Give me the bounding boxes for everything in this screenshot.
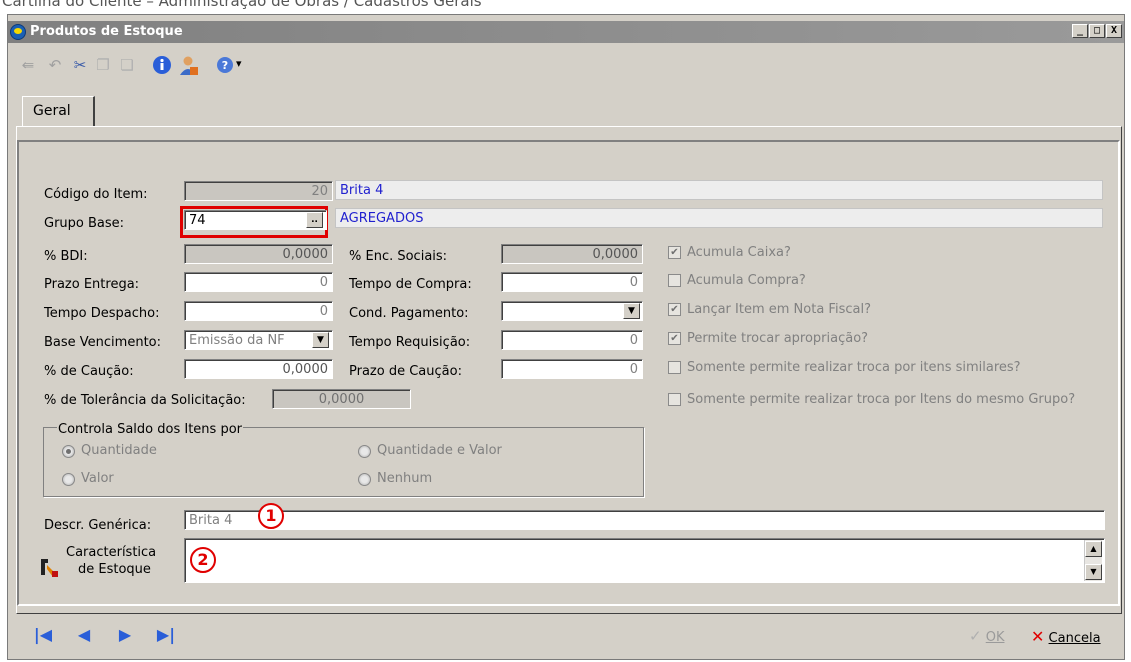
help-dropdown-icon[interactable]: ▾ — [236, 57, 242, 70]
controla-saldo-title: Controla Saldo dos Itens por — [57, 422, 243, 437]
nenhum-label: Nenhum — [377, 471, 433, 486]
app-icon — [10, 24, 26, 40]
tempo-despacho-label: Tempo Despacho: — [44, 306, 160, 321]
quantidade-valor-radio[interactable] — [358, 445, 371, 458]
prazo-caucao-label: Prazo de Caução: — [349, 364, 462, 379]
undo-icon[interactable]: ↶ — [45, 55, 65, 75]
quantidade-label: Quantidade — [81, 443, 157, 458]
prazo-caucao-field[interactable]: 0 — [501, 359, 643, 379]
cond-pagamento-select[interactable] — [501, 301, 643, 321]
tolerancia-label: % de Tolerância da Solicitação: — [44, 393, 246, 408]
tempo-compra-field[interactable]: 0 — [501, 272, 643, 292]
troca-mesmo-grupo-checkbox[interactable] — [668, 393, 681, 406]
base-vencimento-select[interactable]: Emissão da NF — [184, 330, 333, 350]
prazo-entrega-label: Prazo Entrega: — [44, 277, 140, 292]
paste-icon[interactable]: ❏ — [117, 55, 137, 75]
acumula-compra-label: Acumula Compra? — [687, 273, 806, 288]
enc-sociais-label: % Enc. Sociais: — [349, 249, 448, 264]
scroll-up-button[interactable]: ▲ — [1085, 541, 1102, 557]
grupo-description: AGREGADOS — [335, 208, 1103, 228]
chevron-down-icon[interactable]: ▼ — [623, 303, 640, 319]
document-header: Cartilha do Cliente – Administração de O… — [2, 0, 482, 10]
descr-generica-label: Descr. Genérica: — [44, 518, 152, 533]
previous-record-icon[interactable]: ◀ — [74, 625, 94, 645]
troca-similares-checkbox[interactable] — [668, 361, 681, 374]
caracteristica-textarea[interactable] — [184, 538, 1105, 583]
bdi-field[interactable]: 0,0000 — [184, 244, 333, 264]
codigo-description: Brita 4 — [335, 180, 1103, 200]
tempo-requisicao-field[interactable]: 0 — [501, 330, 643, 350]
caracteristica-label-line1: Característica — [66, 545, 157, 560]
nenhum-radio[interactable] — [358, 473, 371, 486]
tab-geral[interactable]: Geral — [22, 96, 95, 126]
prazo-entrega-field[interactable]: 0 — [184, 272, 333, 292]
maximize-button[interactable]: □ — [1089, 24, 1105, 38]
cond-pagamento-label: Cond. Pagamento: — [349, 306, 469, 321]
descr-generica-field[interactable]: Brita 4 — [184, 510, 1105, 530]
caucao-label: % de Caução: — [44, 364, 134, 379]
valor-radio[interactable] — [62, 473, 75, 486]
caracteristica-label-line2: de Estoque — [78, 562, 151, 577]
tempo-requisicao-label: Tempo Requisição: — [349, 335, 471, 350]
controla-saldo-groupbox — [43, 427, 644, 497]
close-button[interactable]: X — [1106, 24, 1122, 38]
codigo-label: Código do Item: — [44, 187, 148, 202]
help-icon[interactable]: ? — [215, 55, 235, 75]
lancar-nota-fiscal-checkbox[interactable]: ✔ — [668, 303, 681, 316]
valor-label: Valor — [81, 471, 114, 486]
base-vencimento-label: Base Vencimento: — [44, 335, 161, 350]
save-icon[interactable]: ⇚ — [18, 55, 38, 75]
last-record-icon[interactable]: ▶| — [156, 625, 176, 645]
acumula-compra-checkbox[interactable] — [668, 274, 681, 287]
ok-button[interactable]: ✓ OK — [969, 627, 1004, 645]
codigo-field[interactable]: 20 — [184, 181, 333, 201]
window-title: Produtos de Estoque — [30, 24, 183, 39]
scroll-down-button[interactable]: ▼ — [1085, 564, 1102, 580]
info-icon[interactable] — [152, 55, 172, 75]
cut-icon[interactable]: ✂ — [70, 55, 90, 75]
caracteristica-icon[interactable] — [38, 557, 60, 579]
grupo-lookup-button[interactable]: .. — [306, 212, 323, 228]
minimize-button[interactable]: _ — [1072, 24, 1088, 38]
callout-1: 1 — [258, 503, 284, 529]
quantidade-radio[interactable] — [62, 445, 75, 458]
callout-2: 2 — [190, 547, 216, 573]
cancel-button[interactable]: ✕ Cancela — [1031, 627, 1101, 646]
user-icon[interactable] — [177, 55, 198, 75]
trocar-apropriacao-checkbox[interactable]: ✔ — [668, 332, 681, 345]
acumula-caixa-checkbox[interactable]: ✔ — [668, 246, 681, 259]
troca-mesmo-grupo-label: Somente permite realizar troca por Itens… — [687, 392, 1076, 407]
tolerancia-field[interactable]: 0,0000 — [272, 389, 411, 409]
lancar-nota-fiscal-label: Lançar Item em Nota Fiscal? — [687, 302, 871, 317]
grupo-label: Grupo Base: — [44, 216, 125, 231]
troca-similares-label: Somente permite realizar troca por itens… — [687, 360, 1021, 375]
first-record-icon[interactable]: |◀ — [33, 625, 53, 645]
bdi-label: % BDI: — [44, 249, 88, 264]
cancel-icon: ✕ — [1031, 627, 1045, 646]
tempo-compra-label: Tempo de Compra: — [349, 277, 472, 292]
tempo-despacho-field[interactable]: 0 — [184, 301, 333, 321]
acumula-caixa-label: Acumula Caixa? — [687, 245, 791, 260]
copy-icon[interactable]: ❐ — [93, 55, 113, 75]
caucao-field[interactable]: 0,0000 — [184, 359, 333, 379]
check-icon: ✓ — [969, 627, 982, 645]
chevron-down-icon[interactable]: ▼ — [312, 332, 329, 348]
trocar-apropriacao-label: Permite trocar apropriação? — [687, 331, 869, 346]
ok-label: OK — [985, 630, 1005, 645]
svg-text:?: ? — [222, 59, 228, 72]
cancel-label: Cancela — [1048, 631, 1101, 646]
next-record-icon[interactable]: ▶ — [115, 625, 135, 645]
quantidade-valor-label: Quantidade e Valor — [377, 443, 502, 458]
enc-sociais-field[interactable]: 0,0000 — [501, 244, 643, 264]
